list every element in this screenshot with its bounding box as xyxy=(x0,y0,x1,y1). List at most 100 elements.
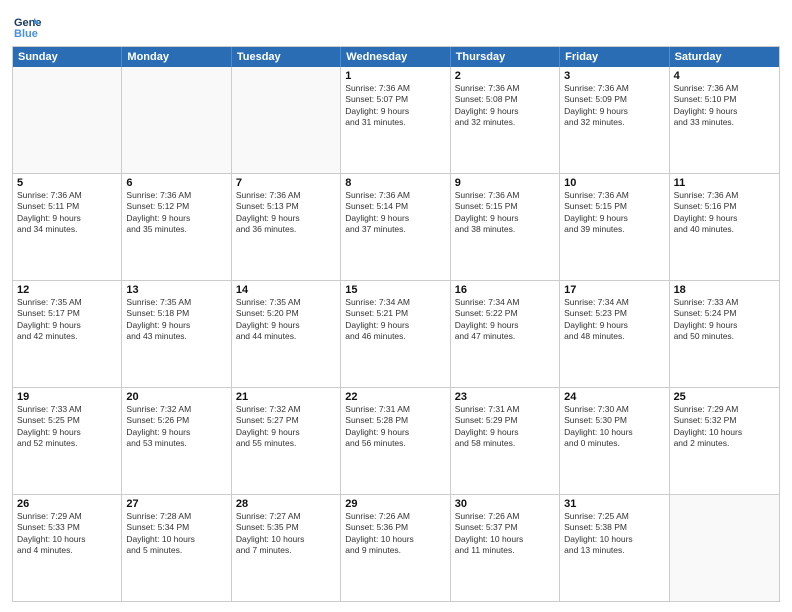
day-number: 8 xyxy=(345,177,445,189)
day-cell: 10Sunrise: 7:36 AM Sunset: 5:15 PM Dayli… xyxy=(560,174,669,280)
weekday-header: Thursday xyxy=(451,47,560,67)
weekday-header: Monday xyxy=(122,47,231,67)
day-info: Sunrise: 7:36 AM Sunset: 5:07 PM Dayligh… xyxy=(345,83,445,129)
day-number: 6 xyxy=(126,177,226,189)
day-cell: 25Sunrise: 7:29 AM Sunset: 5:32 PM Dayli… xyxy=(670,388,779,494)
day-number: 2 xyxy=(455,70,555,82)
day-number: 21 xyxy=(236,391,336,403)
day-number: 7 xyxy=(236,177,336,189)
day-cell: 27Sunrise: 7:28 AM Sunset: 5:34 PM Dayli… xyxy=(122,495,231,601)
weekday-header: Wednesday xyxy=(341,47,450,67)
day-cell: 7Sunrise: 7:36 AM Sunset: 5:13 PM Daylig… xyxy=(232,174,341,280)
day-number: 13 xyxy=(126,284,226,296)
day-number: 25 xyxy=(674,391,775,403)
day-info: Sunrise: 7:32 AM Sunset: 5:26 PM Dayligh… xyxy=(126,404,226,450)
day-number: 19 xyxy=(17,391,117,403)
day-info: Sunrise: 7:36 AM Sunset: 5:15 PM Dayligh… xyxy=(564,190,664,236)
empty-cell xyxy=(122,67,231,173)
day-info: Sunrise: 7:26 AM Sunset: 5:37 PM Dayligh… xyxy=(455,511,555,557)
calendar-header: SundayMondayTuesdayWednesdayThursdayFrid… xyxy=(13,47,779,67)
day-info: Sunrise: 7:36 AM Sunset: 5:16 PM Dayligh… xyxy=(674,190,775,236)
logo: General Blue xyxy=(12,10,46,40)
day-cell: 31Sunrise: 7:25 AM Sunset: 5:38 PM Dayli… xyxy=(560,495,669,601)
day-cell: 11Sunrise: 7:36 AM Sunset: 5:16 PM Dayli… xyxy=(670,174,779,280)
day-cell: 20Sunrise: 7:32 AM Sunset: 5:26 PM Dayli… xyxy=(122,388,231,494)
day-info: Sunrise: 7:35 AM Sunset: 5:17 PM Dayligh… xyxy=(17,297,117,343)
day-info: Sunrise: 7:33 AM Sunset: 5:25 PM Dayligh… xyxy=(17,404,117,450)
day-cell: 23Sunrise: 7:31 AM Sunset: 5:29 PM Dayli… xyxy=(451,388,560,494)
day-info: Sunrise: 7:29 AM Sunset: 5:33 PM Dayligh… xyxy=(17,511,117,557)
day-number: 28 xyxy=(236,498,336,510)
day-cell: 3Sunrise: 7:36 AM Sunset: 5:09 PM Daylig… xyxy=(560,67,669,173)
weekday-header: Sunday xyxy=(13,47,122,67)
day-info: Sunrise: 7:36 AM Sunset: 5:11 PM Dayligh… xyxy=(17,190,117,236)
logo-icon: General Blue xyxy=(12,10,42,40)
calendar-body: 1Sunrise: 7:36 AM Sunset: 5:07 PM Daylig… xyxy=(13,67,779,601)
day-info: Sunrise: 7:34 AM Sunset: 5:22 PM Dayligh… xyxy=(455,297,555,343)
day-info: Sunrise: 7:35 AM Sunset: 5:20 PM Dayligh… xyxy=(236,297,336,343)
day-cell: 28Sunrise: 7:27 AM Sunset: 5:35 PM Dayli… xyxy=(232,495,341,601)
calendar-week-row: 1Sunrise: 7:36 AM Sunset: 5:07 PM Daylig… xyxy=(13,67,779,173)
day-number: 20 xyxy=(126,391,226,403)
calendar-week-row: 5Sunrise: 7:36 AM Sunset: 5:11 PM Daylig… xyxy=(13,173,779,280)
day-number: 16 xyxy=(455,284,555,296)
day-cell: 24Sunrise: 7:30 AM Sunset: 5:30 PM Dayli… xyxy=(560,388,669,494)
day-number: 23 xyxy=(455,391,555,403)
day-number: 27 xyxy=(126,498,226,510)
calendar-week-row: 12Sunrise: 7:35 AM Sunset: 5:17 PM Dayli… xyxy=(13,280,779,387)
empty-cell xyxy=(232,67,341,173)
day-info: Sunrise: 7:25 AM Sunset: 5:38 PM Dayligh… xyxy=(564,511,664,557)
day-number: 11 xyxy=(674,177,775,189)
empty-cell xyxy=(13,67,122,173)
day-number: 22 xyxy=(345,391,445,403)
day-cell: 15Sunrise: 7:34 AM Sunset: 5:21 PM Dayli… xyxy=(341,281,450,387)
day-cell: 1Sunrise: 7:36 AM Sunset: 5:07 PM Daylig… xyxy=(341,67,450,173)
day-cell: 5Sunrise: 7:36 AM Sunset: 5:11 PM Daylig… xyxy=(13,174,122,280)
empty-cell xyxy=(670,495,779,601)
day-cell: 19Sunrise: 7:33 AM Sunset: 5:25 PM Dayli… xyxy=(13,388,122,494)
day-cell: 22Sunrise: 7:31 AM Sunset: 5:28 PM Dayli… xyxy=(341,388,450,494)
day-info: Sunrise: 7:29 AM Sunset: 5:32 PM Dayligh… xyxy=(674,404,775,450)
day-number: 9 xyxy=(455,177,555,189)
day-number: 5 xyxy=(17,177,117,189)
day-cell: 12Sunrise: 7:35 AM Sunset: 5:17 PM Dayli… xyxy=(13,281,122,387)
day-info: Sunrise: 7:26 AM Sunset: 5:36 PM Dayligh… xyxy=(345,511,445,557)
day-number: 14 xyxy=(236,284,336,296)
day-cell: 2Sunrise: 7:36 AM Sunset: 5:08 PM Daylig… xyxy=(451,67,560,173)
calendar: SundayMondayTuesdayWednesdayThursdayFrid… xyxy=(12,46,780,602)
page-header: General Blue xyxy=(12,10,780,40)
day-cell: 26Sunrise: 7:29 AM Sunset: 5:33 PM Dayli… xyxy=(13,495,122,601)
day-number: 31 xyxy=(564,498,664,510)
day-number: 1 xyxy=(345,70,445,82)
calendar-week-row: 19Sunrise: 7:33 AM Sunset: 5:25 PM Dayli… xyxy=(13,387,779,494)
day-info: Sunrise: 7:34 AM Sunset: 5:21 PM Dayligh… xyxy=(345,297,445,343)
day-number: 3 xyxy=(564,70,664,82)
day-number: 10 xyxy=(564,177,664,189)
day-info: Sunrise: 7:28 AM Sunset: 5:34 PM Dayligh… xyxy=(126,511,226,557)
svg-text:Blue: Blue xyxy=(14,28,38,40)
day-number: 17 xyxy=(564,284,664,296)
weekday-header: Friday xyxy=(560,47,669,67)
day-info: Sunrise: 7:33 AM Sunset: 5:24 PM Dayligh… xyxy=(674,297,775,343)
day-cell: 9Sunrise: 7:36 AM Sunset: 5:15 PM Daylig… xyxy=(451,174,560,280)
day-info: Sunrise: 7:36 AM Sunset: 5:09 PM Dayligh… xyxy=(564,83,664,129)
day-number: 24 xyxy=(564,391,664,403)
day-info: Sunrise: 7:35 AM Sunset: 5:18 PM Dayligh… xyxy=(126,297,226,343)
day-info: Sunrise: 7:36 AM Sunset: 5:12 PM Dayligh… xyxy=(126,190,226,236)
day-cell: 17Sunrise: 7:34 AM Sunset: 5:23 PM Dayli… xyxy=(560,281,669,387)
day-info: Sunrise: 7:32 AM Sunset: 5:27 PM Dayligh… xyxy=(236,404,336,450)
day-cell: 29Sunrise: 7:26 AM Sunset: 5:36 PM Dayli… xyxy=(341,495,450,601)
day-cell: 21Sunrise: 7:32 AM Sunset: 5:27 PM Dayli… xyxy=(232,388,341,494)
day-number: 18 xyxy=(674,284,775,296)
day-cell: 14Sunrise: 7:35 AM Sunset: 5:20 PM Dayli… xyxy=(232,281,341,387)
day-cell: 18Sunrise: 7:33 AM Sunset: 5:24 PM Dayli… xyxy=(670,281,779,387)
day-number: 29 xyxy=(345,498,445,510)
weekday-header: Tuesday xyxy=(232,47,341,67)
day-cell: 16Sunrise: 7:34 AM Sunset: 5:22 PM Dayli… xyxy=(451,281,560,387)
day-cell: 8Sunrise: 7:36 AM Sunset: 5:14 PM Daylig… xyxy=(341,174,450,280)
day-number: 12 xyxy=(17,284,117,296)
day-info: Sunrise: 7:36 AM Sunset: 5:08 PM Dayligh… xyxy=(455,83,555,129)
day-info: Sunrise: 7:34 AM Sunset: 5:23 PM Dayligh… xyxy=(564,297,664,343)
day-info: Sunrise: 7:31 AM Sunset: 5:28 PM Dayligh… xyxy=(345,404,445,450)
day-info: Sunrise: 7:36 AM Sunset: 5:14 PM Dayligh… xyxy=(345,190,445,236)
